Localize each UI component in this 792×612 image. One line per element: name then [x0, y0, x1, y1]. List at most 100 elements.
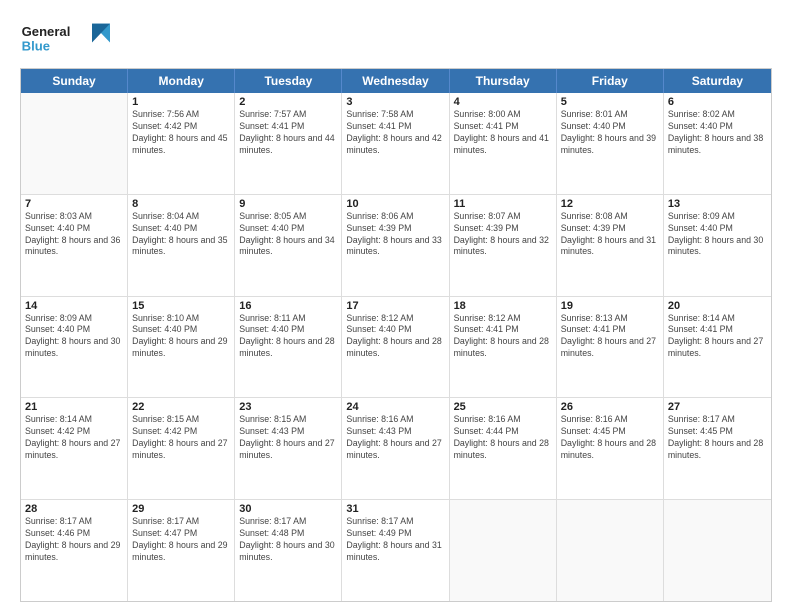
- day-info: Sunrise: 8:14 AM Sunset: 4:41 PM Dayligh…: [668, 313, 767, 361]
- day-info: Sunrise: 8:10 AM Sunset: 4:40 PM Dayligh…: [132, 313, 230, 361]
- day-info: Sunrise: 7:58 AM Sunset: 4:41 PM Dayligh…: [346, 109, 444, 157]
- header-cell-saturday: Saturday: [664, 69, 771, 93]
- logo: General Blue: [20, 18, 110, 58]
- day-cell: 1Sunrise: 7:56 AM Sunset: 4:42 PM Daylig…: [128, 93, 235, 194]
- day-number: 30: [239, 503, 337, 515]
- svg-text:General: General: [22, 24, 71, 39]
- day-info: Sunrise: 8:11 AM Sunset: 4:40 PM Dayligh…: [239, 313, 337, 361]
- day-info: Sunrise: 8:01 AM Sunset: 4:40 PM Dayligh…: [561, 109, 659, 157]
- day-cell: [450, 500, 557, 601]
- day-cell: 10Sunrise: 8:06 AM Sunset: 4:39 PM Dayli…: [342, 195, 449, 296]
- day-info: Sunrise: 8:04 AM Sunset: 4:40 PM Dayligh…: [132, 211, 230, 259]
- day-info: Sunrise: 8:13 AM Sunset: 4:41 PM Dayligh…: [561, 313, 659, 361]
- day-cell: 4Sunrise: 8:00 AM Sunset: 4:41 PM Daylig…: [450, 93, 557, 194]
- day-info: Sunrise: 7:56 AM Sunset: 4:42 PM Dayligh…: [132, 109, 230, 157]
- day-info: Sunrise: 8:15 AM Sunset: 4:43 PM Dayligh…: [239, 414, 337, 462]
- day-number: 23: [239, 401, 337, 413]
- day-info: Sunrise: 8:16 AM Sunset: 4:44 PM Dayligh…: [454, 414, 552, 462]
- week-row-5: 28Sunrise: 8:17 AM Sunset: 4:46 PM Dayli…: [21, 500, 771, 601]
- day-cell: 29Sunrise: 8:17 AM Sunset: 4:47 PM Dayli…: [128, 500, 235, 601]
- svg-text:Blue: Blue: [22, 39, 50, 54]
- day-info: Sunrise: 8:15 AM Sunset: 4:42 PM Dayligh…: [132, 414, 230, 462]
- day-info: Sunrise: 8:12 AM Sunset: 4:41 PM Dayligh…: [454, 313, 552, 361]
- day-info: Sunrise: 8:02 AM Sunset: 4:40 PM Dayligh…: [668, 109, 767, 157]
- day-number: 29: [132, 503, 230, 515]
- day-info: Sunrise: 8:16 AM Sunset: 4:45 PM Dayligh…: [561, 414, 659, 462]
- day-number: 28: [25, 503, 123, 515]
- day-cell: [664, 500, 771, 601]
- day-number: 3: [346, 96, 444, 108]
- day-info: Sunrise: 8:05 AM Sunset: 4:40 PM Dayligh…: [239, 211, 337, 259]
- day-cell: 20Sunrise: 8:14 AM Sunset: 4:41 PM Dayli…: [664, 297, 771, 398]
- header-cell-friday: Friday: [557, 69, 664, 93]
- day-cell: 19Sunrise: 8:13 AM Sunset: 4:41 PM Dayli…: [557, 297, 664, 398]
- day-number: 22: [132, 401, 230, 413]
- day-info: Sunrise: 8:06 AM Sunset: 4:39 PM Dayligh…: [346, 211, 444, 259]
- day-cell: 22Sunrise: 8:15 AM Sunset: 4:42 PM Dayli…: [128, 398, 235, 499]
- day-number: 18: [454, 300, 552, 312]
- day-number: 15: [132, 300, 230, 312]
- day-cell: 28Sunrise: 8:17 AM Sunset: 4:46 PM Dayli…: [21, 500, 128, 601]
- day-info: Sunrise: 8:08 AM Sunset: 4:39 PM Dayligh…: [561, 211, 659, 259]
- day-cell: 14Sunrise: 8:09 AM Sunset: 4:40 PM Dayli…: [21, 297, 128, 398]
- day-cell: 23Sunrise: 8:15 AM Sunset: 4:43 PM Dayli…: [235, 398, 342, 499]
- day-cell: 6Sunrise: 8:02 AM Sunset: 4:40 PM Daylig…: [664, 93, 771, 194]
- day-cell: 18Sunrise: 8:12 AM Sunset: 4:41 PM Dayli…: [450, 297, 557, 398]
- day-number: 10: [346, 198, 444, 210]
- day-number: 6: [668, 96, 767, 108]
- day-number: 7: [25, 198, 123, 210]
- day-number: 31: [346, 503, 444, 515]
- day-cell: 8Sunrise: 8:04 AM Sunset: 4:40 PM Daylig…: [128, 195, 235, 296]
- day-info: Sunrise: 8:00 AM Sunset: 4:41 PM Dayligh…: [454, 109, 552, 157]
- day-cell: 9Sunrise: 8:05 AM Sunset: 4:40 PM Daylig…: [235, 195, 342, 296]
- day-number: 13: [668, 198, 767, 210]
- day-info: Sunrise: 8:17 AM Sunset: 4:48 PM Dayligh…: [239, 516, 337, 564]
- day-info: Sunrise: 8:12 AM Sunset: 4:40 PM Dayligh…: [346, 313, 444, 361]
- day-cell: 16Sunrise: 8:11 AM Sunset: 4:40 PM Dayli…: [235, 297, 342, 398]
- day-cell: 30Sunrise: 8:17 AM Sunset: 4:48 PM Dayli…: [235, 500, 342, 601]
- header-cell-wednesday: Wednesday: [342, 69, 449, 93]
- calendar-header: SundayMondayTuesdayWednesdayThursdayFrid…: [21, 69, 771, 93]
- page: General Blue SundayMondayTuesdayWednesda…: [0, 0, 792, 612]
- day-cell: 21Sunrise: 8:14 AM Sunset: 4:42 PM Dayli…: [21, 398, 128, 499]
- header-cell-thursday: Thursday: [450, 69, 557, 93]
- day-number: 5: [561, 96, 659, 108]
- day-info: Sunrise: 8:17 AM Sunset: 4:46 PM Dayligh…: [25, 516, 123, 564]
- day-cell: 12Sunrise: 8:08 AM Sunset: 4:39 PM Dayli…: [557, 195, 664, 296]
- calendar: SundayMondayTuesdayWednesdayThursdayFrid…: [20, 68, 772, 602]
- day-cell: [21, 93, 128, 194]
- day-cell: 31Sunrise: 8:17 AM Sunset: 4:49 PM Dayli…: [342, 500, 449, 601]
- day-number: 26: [561, 401, 659, 413]
- day-number: 4: [454, 96, 552, 108]
- day-cell: 11Sunrise: 8:07 AM Sunset: 4:39 PM Dayli…: [450, 195, 557, 296]
- day-number: 2: [239, 96, 337, 108]
- header-cell-tuesday: Tuesday: [235, 69, 342, 93]
- week-row-3: 14Sunrise: 8:09 AM Sunset: 4:40 PM Dayli…: [21, 297, 771, 399]
- week-row-2: 7Sunrise: 8:03 AM Sunset: 4:40 PM Daylig…: [21, 195, 771, 297]
- day-number: 12: [561, 198, 659, 210]
- day-info: Sunrise: 8:16 AM Sunset: 4:43 PM Dayligh…: [346, 414, 444, 462]
- day-info: Sunrise: 8:03 AM Sunset: 4:40 PM Dayligh…: [25, 211, 123, 259]
- day-cell: 3Sunrise: 7:58 AM Sunset: 4:41 PM Daylig…: [342, 93, 449, 194]
- day-number: 8: [132, 198, 230, 210]
- day-info: Sunrise: 8:17 AM Sunset: 4:47 PM Dayligh…: [132, 516, 230, 564]
- day-number: 9: [239, 198, 337, 210]
- week-row-1: 1Sunrise: 7:56 AM Sunset: 4:42 PM Daylig…: [21, 93, 771, 195]
- day-info: Sunrise: 8:09 AM Sunset: 4:40 PM Dayligh…: [668, 211, 767, 259]
- header-cell-monday: Monday: [128, 69, 235, 93]
- day-info: Sunrise: 8:14 AM Sunset: 4:42 PM Dayligh…: [25, 414, 123, 462]
- day-number: 1: [132, 96, 230, 108]
- week-row-4: 21Sunrise: 8:14 AM Sunset: 4:42 PM Dayli…: [21, 398, 771, 500]
- day-cell: 2Sunrise: 7:57 AM Sunset: 4:41 PM Daylig…: [235, 93, 342, 194]
- day-info: Sunrise: 8:09 AM Sunset: 4:40 PM Dayligh…: [25, 313, 123, 361]
- day-cell: [557, 500, 664, 601]
- day-number: 11: [454, 198, 552, 210]
- day-number: 14: [25, 300, 123, 312]
- day-cell: 13Sunrise: 8:09 AM Sunset: 4:40 PM Dayli…: [664, 195, 771, 296]
- day-cell: 15Sunrise: 8:10 AM Sunset: 4:40 PM Dayli…: [128, 297, 235, 398]
- logo-svg: General Blue: [20, 18, 110, 58]
- day-number: 21: [25, 401, 123, 413]
- day-cell: 27Sunrise: 8:17 AM Sunset: 4:45 PM Dayli…: [664, 398, 771, 499]
- header: General Blue: [20, 18, 772, 58]
- day-number: 25: [454, 401, 552, 413]
